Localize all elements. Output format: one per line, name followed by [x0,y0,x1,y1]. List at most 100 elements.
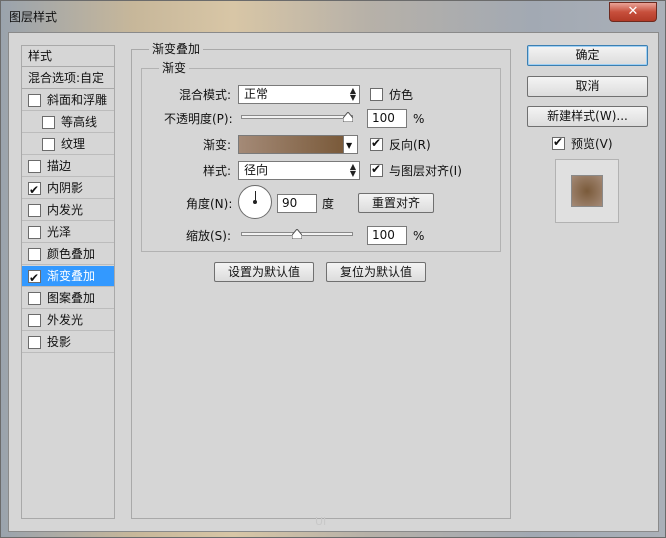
styles-header-label: 样式 [28,49,53,63]
angle-label: 角度(N): [186,197,233,211]
angle-dial[interactable] [238,185,272,219]
style-item-label: 图案叠加 [47,291,96,305]
style-item[interactable]: 内阴影 [22,178,114,200]
style-item-label: 内阴影 [47,181,84,195]
angle-input[interactable]: 90 [277,194,317,213]
style-item-label: 等高线 [61,115,98,129]
style-item-label: 渐变叠加 [47,269,96,283]
preview-swatch [571,175,603,207]
style-item-checkbox[interactable] [28,160,41,173]
new-style-button[interactable]: 新建样式(W)... [527,106,648,127]
window-title: 图层样式 [9,10,58,24]
style-item[interactable]: 等高线 [22,112,114,133]
styles-header[interactable]: 样式 [22,46,114,67]
gradient-label: 渐变: [203,138,232,152]
dither-label: 仿色 [389,88,414,102]
opacity-input[interactable]: 100 [367,109,407,128]
title-bar[interactable]: 图层样式 ✕ [1,1,665,31]
style-item[interactable]: 纹理 [22,134,114,155]
reverse-checkbox[interactable] [370,136,383,151]
style-item-checkbox[interactable] [28,204,41,217]
style-item-checkbox[interactable] [28,94,41,107]
opacity-label: 不透明度(P): [164,112,233,126]
scale-input[interactable]: 100 [367,226,407,245]
dialog-client: 样式 混合选项:自定 斜面和浮雕等高线纹理描边内阴影内发光光泽颜色叠加渐变叠加图… [8,32,659,532]
set-default-label: 设置为默认值 [227,265,300,279]
gradient-picker[interactable] [238,135,344,154]
blend-mode-select[interactable]: 正常 ▲ ▼ [238,85,360,104]
style-item[interactable]: 光泽 [22,222,114,243]
style-item[interactable]: 描边 [22,156,114,177]
scale-value: 100 [372,228,395,242]
reset-default-label: 复位为默认值 [339,265,412,279]
style-item-checkbox[interactable] [28,248,41,261]
style-item[interactable]: 外发光 [22,310,114,331]
chevron-down-icon: ▼ [346,141,353,150]
watermark: UI [315,515,327,528]
dither-checkbox[interactable] [370,88,383,101]
style-item-label: 外发光 [47,313,84,327]
style-item[interactable]: 图案叠加 [22,288,114,309]
ok-button[interactable]: 确定 [527,45,648,66]
align-with-layer-label: 与图层对齐(I) [389,164,462,178]
style-item-checkbox[interactable] [28,336,41,349]
ok-label: 确定 [575,48,600,62]
cancel-button[interactable]: 取消 [527,76,648,97]
style-item-checkbox[interactable] [28,314,41,327]
scale-unit: % [413,229,425,243]
gradient-overlay-title: 渐变叠加 [149,42,204,56]
style-item-label: 颜色叠加 [47,247,96,261]
updown-arrows-icon: ▲ ▼ [349,162,356,178]
set-default-button[interactable]: 设置为默认值 [214,262,314,282]
blend-options-label: 混合选项:自定 [28,71,105,85]
blend-mode-label: 混合模式: [179,88,232,102]
angle-value: 90 [282,196,298,210]
style-item-checkbox[interactable] [42,138,55,151]
preview-label: 预览(V) [571,137,613,151]
style-item[interactable]: 斜面和浮雕 [22,90,114,111]
style-item[interactable]: 投影 [22,332,114,353]
style-item-checkbox[interactable] [28,226,41,239]
cancel-label: 取消 [575,79,600,93]
scale-slider-thumb[interactable] [292,229,302,239]
align-with-layer-checkbox[interactable] [370,162,383,177]
new-style-label: 新建样式(W)... [547,109,628,123]
reset-alignment-label: 重置对齐 [371,196,420,210]
gradient-dropdown-button[interactable]: ▼ [343,135,358,154]
opacity-unit: % [413,112,425,126]
style-value: 径向 [244,163,269,177]
style-item-label: 投影 [47,335,72,349]
style-item-label: 描边 [47,159,72,173]
reset-alignment-button[interactable]: 重置对齐 [358,193,434,213]
opacity-slider-thumb[interactable] [343,112,353,122]
style-item-label: 斜面和浮雕 [47,93,108,107]
preview-box [555,159,619,223]
style-item[interactable]: 颜色叠加 [22,244,114,265]
close-button[interactable]: ✕ [609,2,657,22]
style-item[interactable]: 渐变叠加 [22,266,114,288]
blend-mode-value: 正常 [244,87,269,101]
style-item-checkbox[interactable] [28,292,41,305]
style-item-label: 内发光 [47,203,84,217]
style-item-checkbox[interactable] [28,268,41,288]
layer-style-dialog: 图层样式 ✕ 样式 混合选项:自定 斜面和浮雕等高线纹理描边内阴影内发光光泽颜色… [0,0,666,538]
reverse-label: 反向(R) [389,138,431,152]
style-select[interactable]: 径向 ▲ ▼ [238,161,360,180]
angle-unit: 度 [322,197,335,211]
opacity-value: 100 [372,111,395,125]
style-label: 样式: [203,164,232,178]
blend-options-item[interactable]: 混合选项:自定 [22,68,114,89]
style-item-label: 光泽 [47,225,72,239]
angle-dial-center [253,200,257,204]
opacity-slider-track[interactable] [241,115,353,119]
preview-checkbox[interactable] [552,135,565,150]
style-item-checkbox[interactable] [42,116,55,129]
styles-list: 样式 混合选项:自定 斜面和浮雕等高线纹理描边内阴影内发光光泽颜色叠加渐变叠加图… [21,45,115,519]
style-item-checkbox[interactable] [28,180,41,200]
gradient-subgroup-title: 渐变 [159,61,190,75]
style-item-label: 纹理 [61,137,86,151]
scale-label: 缩放(S): [186,229,232,243]
close-icon: ✕ [627,4,639,19]
style-item[interactable]: 内发光 [22,200,114,221]
reset-default-button[interactable]: 复位为默认值 [326,262,426,282]
